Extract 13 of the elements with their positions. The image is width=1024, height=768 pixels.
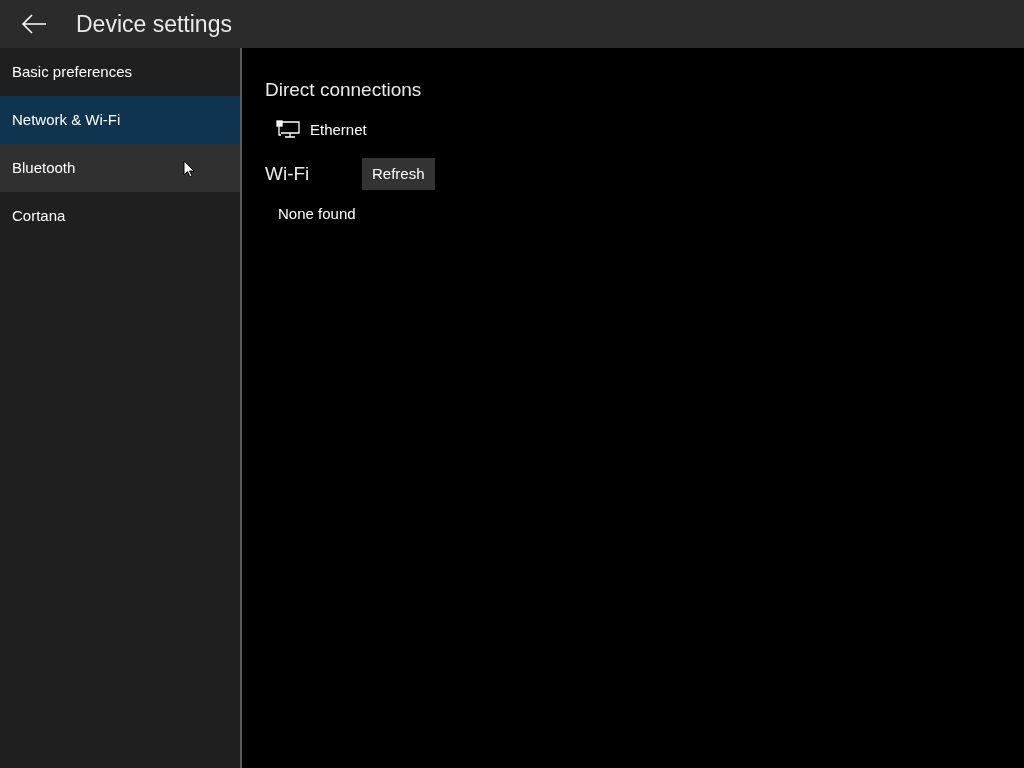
connection-item[interactable]: Ethernet bbox=[276, 118, 1024, 141]
section-heading: Direct connections bbox=[265, 78, 423, 102]
section-heading: Wi-Fi bbox=[265, 161, 311, 186]
computer-icon bbox=[276, 120, 300, 140]
refresh-button[interactable]: Refresh bbox=[362, 158, 435, 190]
wifi-status: None found bbox=[278, 204, 357, 224]
mouse-pointer-icon bbox=[183, 160, 195, 178]
sidebar-item[interactable]: Network & Wi-Fi bbox=[0, 96, 240, 144]
sidebar-item[interactable]: Basic preferences bbox=[0, 48, 240, 96]
back-arrow-icon bbox=[21, 13, 47, 35]
sidebar-item[interactable]: Bluetooth bbox=[0, 144, 240, 192]
page-title: Device settings bbox=[76, 9, 232, 39]
sidebar-item[interactable]: Cortana bbox=[0, 192, 240, 240]
